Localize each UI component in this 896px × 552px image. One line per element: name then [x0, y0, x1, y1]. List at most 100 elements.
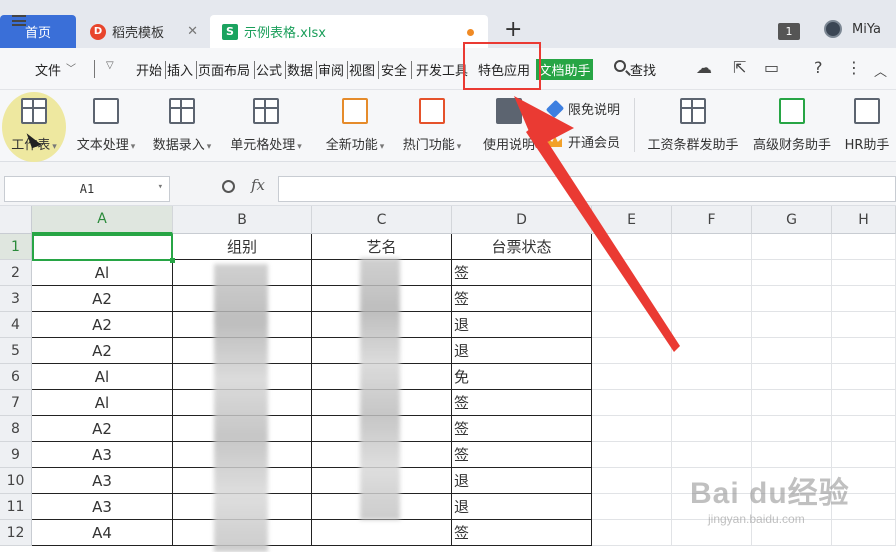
cell-g9[interactable]	[752, 442, 832, 468]
new-features-button[interactable]: 全新功能 ▾	[322, 92, 388, 162]
row-header-10[interactable]: 10	[0, 468, 32, 494]
cell-f3[interactable]	[672, 286, 752, 312]
cell-e9[interactable]	[592, 442, 672, 468]
cell-d11[interactable]: 退	[452, 494, 592, 520]
cell-d3[interactable]: 签	[452, 286, 592, 312]
cell-a8[interactable]: A2	[32, 416, 173, 442]
cell-a11[interactable]: A3	[32, 494, 173, 520]
column-header-d[interactable]: D	[452, 206, 592, 234]
help-icon[interactable]: ?	[814, 58, 823, 77]
cell-a9[interactable]: A3	[32, 442, 173, 468]
cell-e8[interactable]	[592, 416, 672, 442]
cell-g6[interactable]	[752, 364, 832, 390]
cell-f6[interactable]	[672, 364, 752, 390]
file-menu[interactable]: 文件	[35, 60, 61, 79]
chevron-down-icon[interactable]: ﹀	[66, 60, 76, 75]
usage-help-button[interactable]: 使用说明	[480, 92, 538, 162]
open-vip-button[interactable]: 开通会员	[548, 132, 620, 151]
tab-daoke-templates[interactable]: D 稻壳模板 ✕	[78, 15, 208, 48]
row-header-4[interactable]: 4	[0, 312, 32, 338]
cell-d2[interactable]: 签	[452, 260, 592, 286]
worksheet-button[interactable]: 工作表 ▾	[2, 92, 66, 162]
tab-security[interactable]: 安全	[381, 60, 407, 79]
payroll-assistant-button[interactable]: 工资条群发助手	[644, 92, 742, 162]
username[interactable]: MiYa	[852, 22, 881, 37]
cell-h3[interactable]	[832, 286, 896, 312]
cell-d4[interactable]: 退	[452, 312, 592, 338]
cell-processing-button[interactable]: 单元格处理 ▾	[226, 92, 306, 162]
cell-a7[interactable]: Al	[32, 390, 173, 416]
cell-a4[interactable]: A2	[32, 312, 173, 338]
tab-spreadsheet-file[interactable]: S 示例表格.xlsx	[210, 15, 488, 48]
cell-b1[interactable]: 组别	[173, 234, 312, 260]
cell-f7[interactable]	[672, 390, 752, 416]
data-entry-button[interactable]: 数据录入 ▾	[148, 92, 216, 162]
search-icon[interactable]	[614, 60, 626, 72]
hr-assistant-button[interactable]: HR助手	[842, 92, 892, 162]
quick-access-chevron-icon[interactable]: ▽	[106, 60, 114, 71]
avatar[interactable]	[824, 20, 842, 38]
cell-e12[interactable]	[592, 520, 672, 546]
column-header-h[interactable]: H	[832, 206, 896, 234]
cell-d5[interactable]: 退	[452, 338, 592, 364]
name-box[interactable]: A1 ▾	[4, 176, 170, 202]
cell-h1[interactable]	[832, 234, 896, 260]
cell-a6[interactable]: Al	[32, 364, 173, 390]
row-header-5[interactable]: 5	[0, 338, 32, 364]
cell-h4[interactable]	[832, 312, 896, 338]
row-header-9[interactable]: 9	[0, 442, 32, 468]
window-count-badge[interactable]: 1	[778, 23, 800, 40]
new-tab-button[interactable]: +	[504, 17, 522, 42]
column-header-e[interactable]: E	[592, 206, 672, 234]
cell-a12[interactable]: A4	[32, 520, 173, 546]
text-processing-button[interactable]: 文本处理 ▾	[72, 92, 140, 162]
cell-f2[interactable]	[672, 260, 752, 286]
row-header-1[interactable]: 1	[0, 234, 32, 260]
cell-e6[interactable]	[592, 364, 672, 390]
close-tab-icon[interactable]: ✕	[187, 24, 198, 39]
history-icon[interactable]: ▭	[764, 58, 779, 77]
chevron-down-icon[interactable]: ▾	[158, 182, 163, 192]
cell-d1[interactable]: 台票状态	[452, 234, 592, 260]
tab-formula[interactable]: 公式	[256, 60, 282, 79]
cell-d10[interactable]: 退	[452, 468, 592, 494]
row-header-7[interactable]: 7	[0, 390, 32, 416]
row-header-12[interactable]: 12	[0, 520, 32, 546]
cell-g3[interactable]	[752, 286, 832, 312]
cell-e11[interactable]	[592, 494, 672, 520]
cloud-sync-icon[interactable]: ☁	[696, 58, 712, 77]
column-header-b[interactable]: B	[173, 206, 312, 234]
cell-h8[interactable]	[832, 416, 896, 442]
cell-d7[interactable]: 签	[452, 390, 592, 416]
formula-input[interactable]	[278, 176, 896, 202]
cell-a3[interactable]: A2	[32, 286, 173, 312]
tab-review[interactable]: 审阅	[318, 60, 344, 79]
cell-a10[interactable]: A3	[32, 468, 173, 494]
cell-h5[interactable]	[832, 338, 896, 364]
cell-f1[interactable]	[672, 234, 752, 260]
share-icon[interactable]: ⇱	[733, 58, 746, 77]
cell-e4[interactable]	[592, 312, 672, 338]
row-header-8[interactable]: 8	[0, 416, 32, 442]
cell-f8[interactable]	[672, 416, 752, 442]
column-header-g[interactable]: G	[752, 206, 832, 234]
cell-h9[interactable]	[832, 442, 896, 468]
cell-a5[interactable]: A2	[32, 338, 173, 364]
tab-developer-tools[interactable]: 开发工具	[416, 60, 468, 79]
cell-e5[interactable]	[592, 338, 672, 364]
cell-h2[interactable]	[832, 260, 896, 286]
cell-c12[interactable]	[312, 520, 452, 546]
free-limited-button[interactable]: 限免说明	[545, 99, 620, 118]
cell-g5[interactable]	[752, 338, 832, 364]
collapse-ribbon-icon[interactable]: ︿	[874, 61, 887, 80]
row-header-3[interactable]: 3	[0, 286, 32, 312]
row-header-2[interactable]: 2	[0, 260, 32, 286]
cell-e10[interactable]	[592, 468, 672, 494]
finance-assistant-button[interactable]: 高级财务助手	[750, 92, 834, 162]
cell-g2[interactable]	[752, 260, 832, 286]
tab-view[interactable]: 视图	[349, 60, 375, 79]
column-header-a[interactable]: A	[32, 206, 173, 234]
tab-data[interactable]: 数据	[287, 60, 313, 79]
cell-g7[interactable]	[752, 390, 832, 416]
menu-icon[interactable]	[12, 15, 26, 26]
